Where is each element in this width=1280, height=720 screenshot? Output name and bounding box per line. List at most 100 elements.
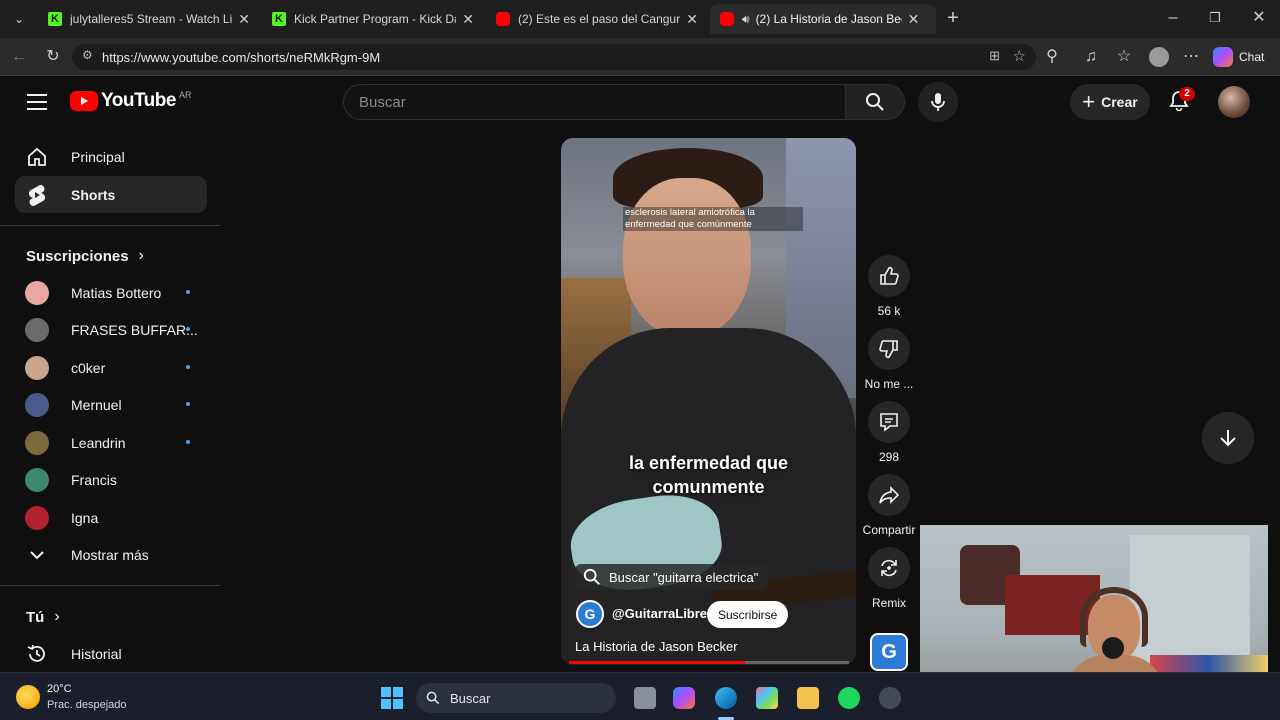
- back-icon[interactable]: ←: [8, 47, 30, 67]
- search-suggestion-chip[interactable]: Buscar "guitarra electrica": [575, 564, 769, 590]
- subscribe-button[interactable]: Suscribirse: [707, 601, 789, 628]
- divider: [0, 585, 220, 586]
- microphone-icon: [931, 93, 945, 111]
- edge-icon[interactable]: [715, 687, 737, 709]
- copilot-icon[interactable]: [673, 687, 695, 709]
- short-video-player[interactable]: esclerosis lateral amiotrófica la enferm…: [561, 138, 856, 665]
- new-content-dot: [186, 440, 190, 444]
- divider: [0, 225, 220, 226]
- tab-title: julytalleres5 Stream - Watch Live o: [70, 12, 233, 26]
- arrow-down-icon: [1220, 430, 1236, 447]
- like-button[interactable]: [868, 255, 910, 297]
- show-more-button[interactable]: Mostrar más: [15, 536, 207, 573]
- new-tab-icon[interactable]: +: [942, 8, 964, 28]
- taskbar-search[interactable]: Buscar: [416, 683, 616, 713]
- task-view-icon[interactable]: [634, 687, 656, 709]
- burned-caption: la enfermedad que comunmente: [561, 451, 856, 499]
- favorites-icon[interactable]: ☆: [1113, 47, 1135, 67]
- close-icon[interactable]: ✕: [238, 11, 250, 28]
- shorts-icon: [25, 183, 49, 207]
- weather-temp[interactable]: 20°C: [47, 683, 72, 695]
- sidebar-item-subscription[interactable]: Igna: [15, 499, 207, 536]
- extensions-icon[interactable]: ⚲: [1041, 47, 1063, 67]
- share-icon: [879, 486, 900, 504]
- window-close-icon[interactable]: ✕: [1248, 8, 1270, 28]
- sidebar-item-subscription[interactable]: c0ker: [15, 349, 207, 386]
- windows-taskbar: 20°C Prac. despejado Buscar: [0, 672, 1280, 720]
- tab-title: Kick Partner Program - Kick Dashb: [294, 12, 456, 26]
- tab-youtube-jason-becker[interactable]: 🔊︎ (2) La Historia de Jason Becke ✕: [710, 4, 936, 34]
- sidebar-item-shorts[interactable]: Shorts: [15, 176, 207, 213]
- windows-start-icon[interactable]: [381, 687, 403, 709]
- media-icon[interactable]: ♫: [1080, 47, 1102, 67]
- tab-kick-stream[interactable]: K julytalleres5 Stream - Watch Live o ✕: [38, 4, 260, 34]
- create-button[interactable]: + Crear: [1070, 84, 1150, 120]
- sidebar-item-principal[interactable]: Principal: [15, 138, 207, 175]
- close-icon[interactable]: ✕: [908, 11, 920, 28]
- next-short-button[interactable]: [1202, 412, 1254, 464]
- menu-icon[interactable]: [27, 92, 47, 110]
- obs-icon[interactable]: [879, 687, 901, 709]
- search-icon: [866, 93, 884, 111]
- dislike-label: No me ...: [864, 377, 914, 391]
- weather-desc[interactable]: Prac. despejado: [47, 699, 127, 711]
- search-button[interactable]: [845, 84, 905, 120]
- file-explorer-icon[interactable]: [797, 687, 819, 709]
- channel-avatar[interactable]: G: [576, 600, 604, 628]
- avatar: [25, 430, 49, 455]
- profile-avatar[interactable]: [1149, 47, 1169, 67]
- sound-thumbnail[interactable]: G: [870, 633, 908, 671]
- notifications-button[interactable]: 2: [1168, 87, 1195, 116]
- subscriptions-heading[interactable]: Suscripciones ›: [26, 247, 144, 265]
- share-button[interactable]: [868, 474, 910, 516]
- url-field[interactable]: ⚙ https://www.youtube.com/shorts/neRMkRg…: [72, 44, 1036, 70]
- kick-icon: K: [272, 12, 286, 26]
- avatar: [25, 505, 49, 530]
- minimize-icon[interactable]: –: [1162, 8, 1184, 28]
- reload-icon[interactable]: ↻: [42, 47, 64, 67]
- app-install-icon[interactable]: ⊞: [989, 48, 1000, 64]
- sidebar-item-subscription[interactable]: Matias Bottero: [15, 274, 207, 311]
- close-icon[interactable]: ✕: [462, 11, 474, 28]
- search-input[interactable]: Buscar: [343, 84, 846, 120]
- you-heading[interactable]: Tú ›: [26, 608, 60, 626]
- store-icon[interactable]: [756, 687, 778, 709]
- progress-track[interactable]: [569, 661, 849, 664]
- more-options-icon[interactable]: ⋯: [1180, 47, 1202, 67]
- youtube-icon: [496, 12, 510, 26]
- comments-button[interactable]: [868, 401, 910, 443]
- remix-icon: [881, 559, 897, 577]
- sidebar-item-subscription[interactable]: Leandrin: [15, 424, 207, 461]
- sidebar-item-subscription[interactable]: Francis: [15, 461, 207, 498]
- new-content-dot: [186, 290, 190, 294]
- sidebar-item-label: Mernuel: [71, 396, 122, 413]
- sidebar-item-subscription[interactable]: Mernuel: [15, 386, 207, 423]
- site-info-icon[interactable]: ⚙: [82, 48, 93, 62]
- spotify-icon[interactable]: [838, 687, 860, 709]
- kick-icon: K: [48, 12, 62, 26]
- copilot-chat-button[interactable]: Chat: [1213, 44, 1275, 70]
- restore-icon[interactable]: ❐: [1204, 8, 1226, 28]
- caption-line: la enfermedad que: [628, 453, 789, 473]
- sidebar-item-subscription[interactable]: FRASES BUFFAR...: [15, 311, 207, 348]
- weather-icon[interactable]: [16, 685, 40, 709]
- create-label: Crear: [1101, 94, 1138, 110]
- speaker-icon[interactable]: 🔊︎: [742, 12, 750, 27]
- voice-search-button[interactable]: [918, 82, 958, 122]
- favorite-star-icon[interactable]: ☆: [1013, 47, 1026, 65]
- share-label: Compartir: [862, 523, 916, 537]
- sidebar-item-label: Historial: [71, 645, 122, 662]
- close-icon[interactable]: ✕: [686, 11, 698, 28]
- tab-list-icon[interactable]: ⌄: [8, 9, 30, 29]
- sidebar-item-historial[interactable]: Historial: [15, 635, 207, 672]
- tab-kick-partner[interactable]: K Kick Partner Program - Kick Dashb ✕: [262, 4, 484, 34]
- account-avatar[interactable]: [1218, 86, 1250, 118]
- show-more-label: Mostrar más: [71, 546, 149, 563]
- channel-handle[interactable]: @GuitarraLibre: [612, 606, 707, 621]
- youtube-logo[interactable]: YouTube AR: [70, 90, 191, 112]
- youtube-icon: [720, 12, 734, 26]
- remix-button[interactable]: [868, 547, 910, 589]
- tab-youtube-canguro[interactable]: (2) Este es el paso del Canguro 🐎 ✕: [486, 4, 708, 34]
- dislike-button[interactable]: [868, 328, 910, 370]
- short-title[interactable]: La Historia de Jason Becker: [575, 639, 738, 654]
